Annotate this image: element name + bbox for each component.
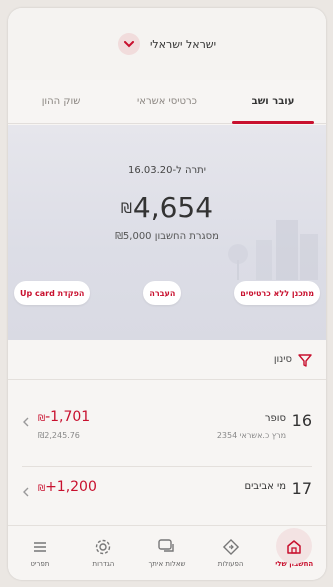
transaction-day: 16 [291,411,312,430]
account-tabs: עובר ושב כרטיסי אשראי שוק ההון [8,80,326,124]
nav-label: הגדרות [92,560,115,568]
balance-amount: ₪4,654 [8,191,326,224]
account-name: ישראל ישראלי [149,37,217,51]
tab-checking[interactable]: עובר ושב [220,80,326,124]
balance-value: 4,654 [132,191,214,224]
amount-value: -1,701 [45,409,91,425]
tab-credit-cards[interactable]: כרטיסי אשראי [114,80,220,123]
chat-icon [158,539,174,552]
settings-icon [96,539,111,555]
chevron-left-icon [23,417,29,427]
transaction-day: 17 [291,479,312,498]
phone-screen: ישראל ישראלי עובר ושב כרטיסי אשראי שוק ה… [8,8,326,580]
filter-label: סינון [273,354,292,365]
chevron-down-icon [117,33,140,55]
amount-value: +1,200 [45,479,97,495]
transaction-list: 16 סופר מרץ כ.אשראי 2354 ₪-1,701 ₪2,245.… [8,381,326,525]
home-icon [287,540,301,554]
currency-symbol: ₪ [38,484,46,494]
transaction-row[interactable]: 17 מי אביבים ₪+1,200 [22,467,312,525]
transaction-row[interactable]: 16 סופר מרץ כ.אשראי 2354 ₪-1,701 ₪2,245.… [22,381,312,467]
nav-settings[interactable]: הגדרות [72,526,136,580]
up-card-deposit-button[interactable]: הפקדת Up card [14,281,91,305]
bottom-navigation: החשבון שלי הפעולות שאלות איתך הגדרות תפר… [8,525,326,580]
account-selector-bar: ישראל ישראלי [8,8,326,80]
filter-bar[interactable]: סינון [8,340,326,380]
cardless-atm-button[interactable]: מתכנן ללא כרטיסים [234,281,320,305]
actions-icon [222,538,239,556]
transfer-button[interactable]: העברה [143,281,182,305]
transaction-merchant: מי אביבים [244,481,286,492]
currency-symbol: ₪ [38,414,46,424]
quick-actions: מתכנן ללא כרטיסים העברה הפקדת Up card [14,281,320,305]
transaction-amount: ₪-1,701 [38,409,90,425]
nav-actions[interactable]: הפעולות [199,526,263,580]
chevron-left-icon [23,487,29,497]
nav-label: הפעולות [217,560,244,568]
nav-label: תפריט [30,560,50,568]
currency-symbol: ₪ [120,201,132,217]
nav-label: שאלות איתך [148,560,186,568]
menu-icon [33,542,46,552]
transaction-original-amount: ₪2,245.76 [38,431,80,440]
nav-menu[interactable]: תפריט [8,526,72,580]
transaction-merchant: סופר [264,413,286,424]
credit-limit: מסגרת החשבון ₪5,000 [115,231,219,242]
transaction-amount: ₪+1,200 [38,479,97,495]
nav-label: החשבון שלי [275,560,314,568]
filter-icon [298,353,312,367]
tab-capital-market[interactable]: שוק ההון [8,80,114,123]
nav-my-account[interactable]: החשבון שלי [262,526,326,580]
nav-chat[interactable]: שאלות איתך [135,526,199,580]
transaction-detail: מרץ כ.אשראי 2354 [216,431,286,440]
account-selector[interactable]: ישראל ישראלי [117,33,217,55]
balance-date: יתרה ל-16.03.20 [128,165,206,176]
balance-card: יתרה ל-16.03.20 ₪4,654 מסגרת החשבון ₪5,0… [8,125,326,340]
